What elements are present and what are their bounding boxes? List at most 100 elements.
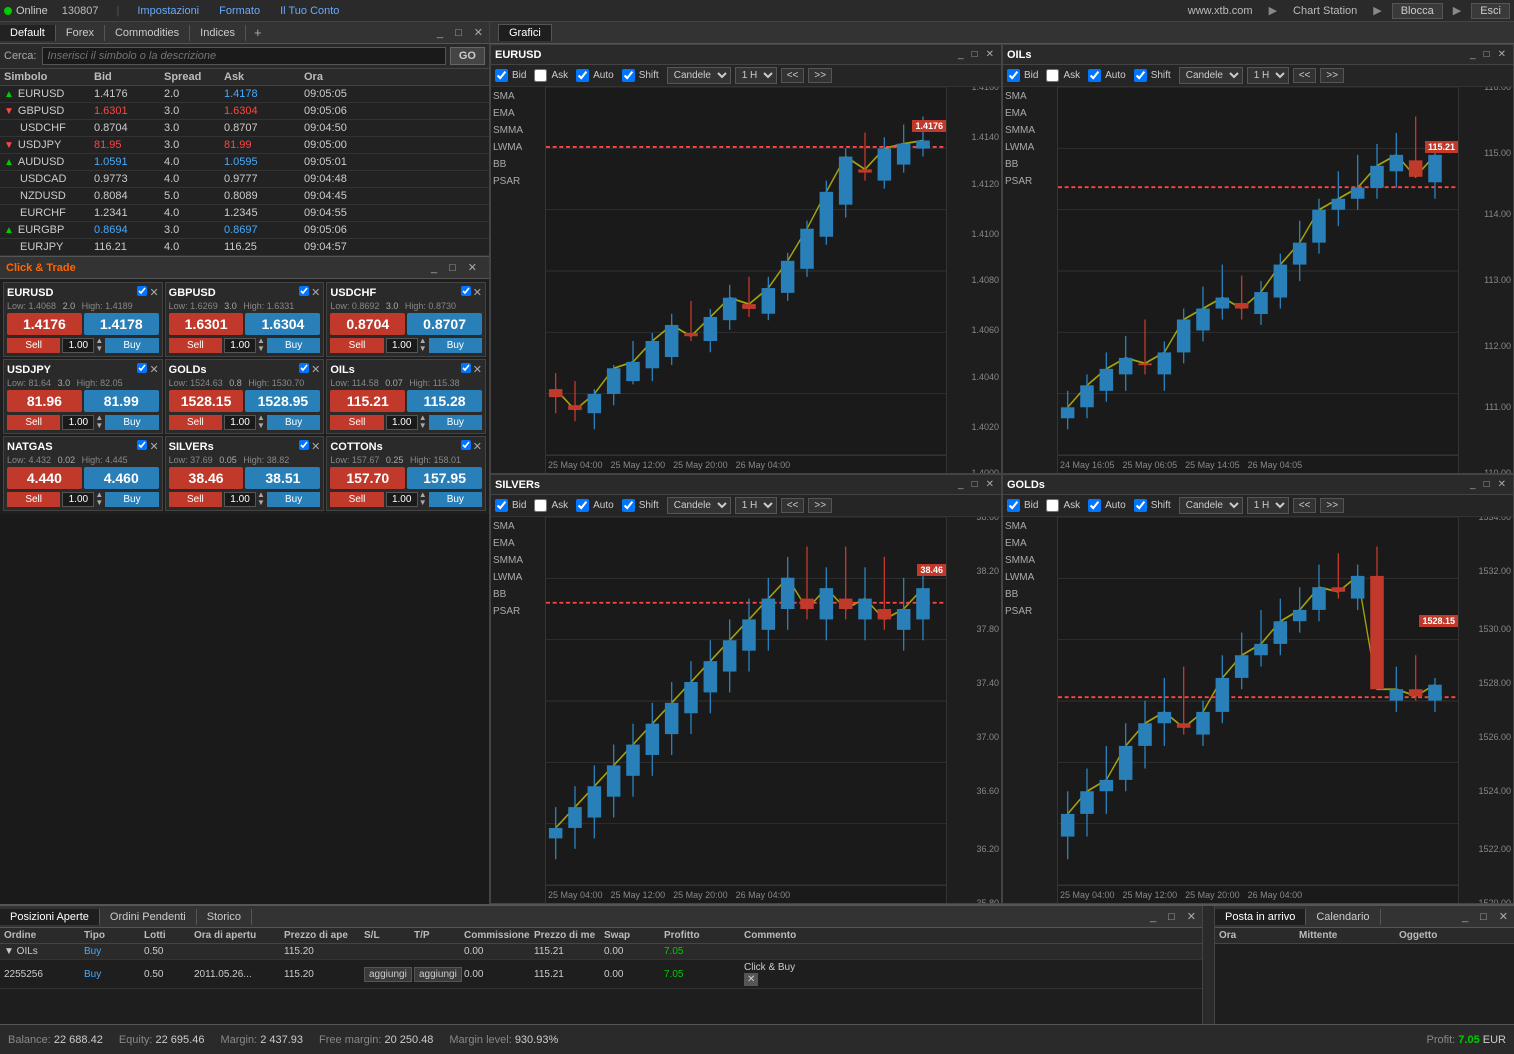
ct-maximize-button[interactable]: □	[443, 262, 462, 274]
watchlist-row[interactable]: ▼ GBPUSD 1.6301 3.0 1.6304 09:05:06	[0, 103, 489, 120]
ct-buy-button[interactable]: Buy	[267, 338, 320, 353]
tab-calendario[interactable]: Calendario	[1306, 909, 1380, 925]
bottom-scrollbar[interactable]	[1202, 906, 1214, 1024]
ct-lot-down[interactable]: ▼	[419, 345, 427, 353]
chart-canvas[interactable]: 115.21	[1058, 87, 1458, 455]
impostazioni-link[interactable]: Impostazioni	[131, 5, 205, 17]
ct-lot-down[interactable]: ▼	[95, 499, 103, 507]
bid-checkbox[interactable]	[495, 69, 508, 82]
ct-close-icon[interactable]: ✕	[311, 286, 320, 299]
esci-button[interactable]: Esci	[1471, 3, 1510, 19]
watchlist-row[interactable]: NZDUSD 0.8084 5.0 0.8089 09:04:45	[0, 188, 489, 205]
chart-type-select[interactable]: CandeleBarreLinea	[667, 67, 731, 84]
ct-checkbox[interactable]	[137, 286, 147, 296]
ct-close-icon[interactable]: ✕	[311, 363, 320, 376]
br-close[interactable]: ✕	[1493, 910, 1514, 923]
shift-checkbox[interactable]	[1134, 69, 1147, 82]
chart-maximize[interactable]: □	[969, 479, 981, 490]
auto-checkbox[interactable]	[1088, 69, 1101, 82]
chart-close[interactable]: ✕	[1495, 49, 1509, 60]
ct-close-icon[interactable]: ✕	[311, 440, 320, 453]
auto-checkbox[interactable]	[576, 499, 589, 512]
nav-next[interactable]: >>	[1320, 498, 1344, 513]
indicator-sma[interactable]: SMA	[1005, 91, 1055, 102]
shift-checkbox[interactable]	[1134, 499, 1147, 512]
bid-checkbox[interactable]	[495, 499, 508, 512]
indicator-psar[interactable]: PSAR	[493, 606, 543, 617]
indicator-lwma[interactable]: LWMA	[493, 572, 543, 583]
bid-checkbox[interactable]	[1007, 69, 1020, 82]
chart-close[interactable]: ✕	[983, 49, 997, 60]
ct-sell-button[interactable]: Sell	[7, 492, 60, 507]
chart-close[interactable]: ✕	[1495, 479, 1509, 490]
chart-type-select[interactable]: CandeleBarreLinea	[1179, 67, 1243, 84]
tab-indices[interactable]: Indices	[190, 25, 246, 41]
ct-sell-button[interactable]: Sell	[169, 338, 222, 353]
ct-buy-button[interactable]: Buy	[105, 338, 158, 353]
bottom-close[interactable]: ✕	[1181, 910, 1202, 923]
ct-checkbox[interactable]	[137, 440, 147, 450]
ct-sell-button[interactable]: Sell	[330, 415, 383, 430]
watchlist-row[interactable]: ▲ EURUSD 1.4176 2.0 1.4178 09:05:05	[0, 86, 489, 103]
ct-lot-field[interactable]	[224, 415, 256, 430]
ct-buy-button[interactable]: Buy	[429, 492, 482, 507]
tab-storico[interactable]: Storico	[197, 909, 252, 925]
br-minimize[interactable]: _	[1456, 911, 1474, 923]
indicator-psar[interactable]: PSAR	[493, 176, 543, 187]
ct-buy-button[interactable]: Buy	[267, 492, 320, 507]
ct-close-button[interactable]: ✕	[462, 261, 483, 274]
ct-buy-button[interactable]: Buy	[267, 415, 320, 430]
indicator-lwma[interactable]: LWMA	[1005, 572, 1055, 583]
search-input[interactable]	[42, 47, 445, 65]
maximize-button[interactable]: □	[449, 27, 468, 39]
nav-next[interactable]: >>	[808, 68, 832, 83]
ct-buy-button[interactable]: Buy	[429, 415, 482, 430]
ask-checkbox[interactable]	[534, 499, 547, 512]
ct-close-icon[interactable]: ✕	[149, 363, 158, 376]
ask-checkbox[interactable]	[534, 69, 547, 82]
chart-type-select[interactable]: CandeleBarreLinea	[667, 497, 731, 514]
ct-checkbox[interactable]	[299, 440, 309, 450]
ct-sell-button[interactable]: Sell	[169, 415, 222, 430]
tab-ordini-pendenti[interactable]: Ordini Pendenti	[100, 909, 197, 925]
aggiungi-tp-btn[interactable]: aggiungi	[414, 967, 462, 982]
watchlist-row[interactable]: USDCHF 0.8704 3.0 0.8707 09:04:50	[0, 120, 489, 137]
ct-close-icon[interactable]: ✕	[149, 440, 158, 453]
blocca-button[interactable]: Blocca	[1392, 3, 1443, 19]
indicator-psar[interactable]: PSAR	[1005, 606, 1055, 617]
tab-posizioni-aperte[interactable]: Posizioni Aperte	[0, 909, 100, 925]
ct-lot-field[interactable]	[62, 415, 94, 430]
shift-checkbox[interactable]	[622, 69, 635, 82]
ct-checkbox[interactable]	[299, 363, 309, 373]
watchlist-row[interactable]: ▲ EURGBP 0.8694 3.0 0.8697 09:05:06	[0, 222, 489, 239]
ct-lot-field[interactable]	[224, 492, 256, 507]
chart-maximize[interactable]: □	[1481, 479, 1493, 490]
ct-checkbox[interactable]	[461, 286, 471, 296]
chart-minimize[interactable]: _	[1467, 49, 1479, 60]
ct-checkbox[interactable]	[461, 440, 471, 450]
indicator-bb[interactable]: BB	[493, 159, 543, 170]
formato-link[interactable]: Formato	[213, 5, 266, 17]
ct-lot-down[interactable]: ▼	[257, 422, 265, 430]
timeframe-select[interactable]: 1 H4 H1 D	[1247, 497, 1289, 514]
nav-next[interactable]: >>	[808, 498, 832, 513]
shift-checkbox[interactable]	[622, 499, 635, 512]
br-maximize[interactable]: □	[1474, 911, 1493, 923]
indicator-smma[interactable]: SMMA	[1005, 125, 1055, 136]
close-button[interactable]: ✕	[468, 26, 489, 39]
nav-prev[interactable]: <<	[1293, 68, 1317, 83]
chart-minimize[interactable]: _	[1467, 479, 1479, 490]
ct-lot-field[interactable]	[386, 492, 418, 507]
ct-lot-field[interactable]	[62, 338, 94, 353]
chart-maximize[interactable]: □	[1481, 49, 1493, 60]
indicator-smma[interactable]: SMMA	[493, 555, 543, 566]
nav-prev[interactable]: <<	[781, 498, 805, 513]
ct-close-icon[interactable]: ✕	[473, 440, 482, 453]
ct-close-icon[interactable]: ✕	[149, 286, 158, 299]
nav-prev[interactable]: <<	[1293, 498, 1317, 513]
timeframe-select[interactable]: 1 H4 H1 D	[735, 497, 777, 514]
ct-close-icon[interactable]: ✕	[473, 363, 482, 376]
ct-lot-down[interactable]: ▼	[95, 345, 103, 353]
bid-checkbox[interactable]	[1007, 499, 1020, 512]
chart-type-select[interactable]: CandeleBarreLinea	[1179, 497, 1243, 514]
